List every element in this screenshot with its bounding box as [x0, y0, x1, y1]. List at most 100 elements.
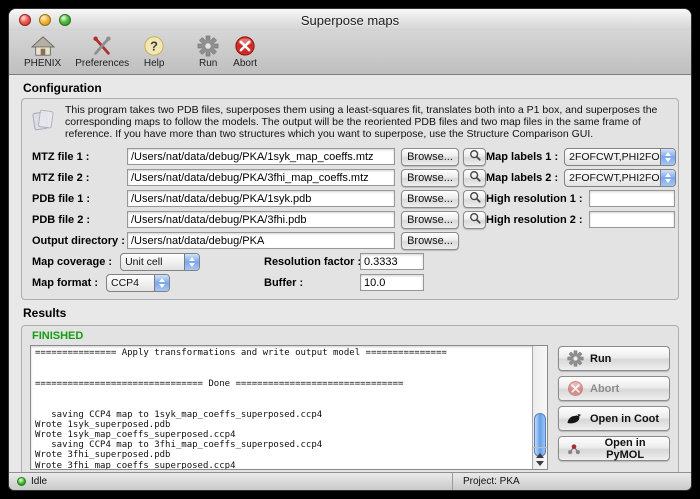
mtz-file-2-row: MTZ file 2 : Browse... Map labels 2 : 2F… — [30, 167, 670, 188]
pdb-file-1-browse-button[interactable]: Browse... — [401, 190, 459, 208]
magnifier-icon — [469, 149, 481, 164]
map-coverage-label: Map coverage : — [32, 256, 112, 268]
combo-value: 2FOFCWT,PHI2FOF... — [565, 149, 660, 165]
toolbar-label: PHENIX — [24, 58, 61, 69]
output-directory-input[interactable] — [127, 232, 395, 249]
toolbar-label: Preferences — [75, 58, 129, 69]
mtz-file-1-label: MTZ file 1 : — [32, 151, 127, 163]
output-directory-browse-button[interactable]: Browse... — [401, 232, 459, 250]
pdb-file-2-label: PDB file 2 : — [32, 214, 127, 226]
results-panel: FINISHED =============== Apply transform… — [21, 325, 679, 472]
pdb-file-2-browse-button[interactable]: Browse... — [401, 211, 459, 229]
scrollbar-arrows — [533, 447, 547, 469]
description-text: This program takes two PDB files, superp… — [65, 105, 666, 140]
home-icon — [31, 34, 55, 58]
map-format-select[interactable]: CCP4 — [106, 274, 170, 292]
mtz-file-2-input[interactable] — [127, 169, 395, 186]
combo-stepper-icon — [660, 170, 675, 186]
scroll-up-button[interactable] — [536, 453, 544, 458]
mtz-file-1-row: MTZ file 1 : Browse... Map labels 1 : 2F… — [30, 146, 670, 167]
titlebar[interactable]: Superpose maps — [9, 9, 691, 31]
mtz-file-1-inspect-button[interactable] — [463, 148, 486, 166]
resolution-factor-input[interactable] — [360, 253, 424, 270]
high-resolution-1-input[interactable] — [589, 190, 675, 207]
scroll-down-button[interactable] — [536, 461, 544, 466]
button-label: Open in PyMOL — [588, 437, 662, 461]
results-buttons: Run Abort — [558, 345, 670, 470]
button-label: Run — [590, 353, 611, 365]
status-text: Idle — [31, 476, 47, 487]
gear-icon — [566, 350, 584, 367]
app-window: Superpose maps PHENIX — [8, 8, 692, 491]
pymol-molecule-icon — [566, 442, 582, 456]
combo-value: 2FOFCWT,PHI2FOF... — [565, 170, 660, 186]
open-in-coot-button[interactable]: Open in Coot — [558, 406, 670, 431]
program-description: This program takes two PDB files, superp… — [30, 104, 670, 146]
mtz-file-2-label: MTZ file 2 : — [32, 172, 127, 184]
results-body: =============== Apply transformations an… — [30, 345, 670, 470]
output-directory-row: Output directory : Browse... — [30, 230, 670, 251]
window-title: Superpose maps — [9, 13, 691, 28]
open-in-pymol-button[interactable]: Open in PyMOL — [558, 436, 670, 461]
console-area: =============== Apply transformations an… — [30, 345, 548, 470]
console-output: =============== Apply transformations an… — [31, 346, 532, 469]
magnifier-icon — [469, 170, 481, 185]
toolbar-preferences-button[interactable]: Preferences — [68, 33, 136, 70]
tools-icon — [91, 34, 113, 58]
window-content: Configuration This program takes two PDB… — [9, 75, 691, 472]
high-resolution-2-input[interactable] — [589, 211, 675, 228]
map-format-group: Map format : CCP4 — [32, 274, 236, 292]
status-indicator-icon — [17, 477, 26, 486]
toolbar-help-button[interactable]: ? Help — [136, 33, 172, 70]
high-resolution-1-label: High resolution 1 : — [486, 193, 583, 205]
svg-text:?: ? — [150, 39, 158, 54]
console-scrollbar[interactable] — [532, 346, 547, 469]
combo-stepper-icon — [660, 149, 675, 165]
button-label: Open in Coot — [590, 413, 659, 425]
map-labels-2-combo[interactable]: 2FOFCWT,PHI2FOF... — [564, 169, 676, 187]
mtz-file-2-browse-button[interactable]: Browse... — [401, 169, 459, 187]
abort-icon — [566, 380, 584, 397]
mtz-file-2-inspect-button[interactable] — [463, 169, 486, 187]
mtz-file-1-input[interactable] — [127, 148, 395, 165]
pdb-file-1-label: PDB file 1 : — [32, 193, 127, 205]
pdb-file-2-row: PDB file 2 : Browse... High resolution 2… — [30, 209, 670, 230]
pdb-file-2-inspect-button[interactable] — [463, 211, 486, 229]
map-labels-1-label: Map labels 1 : — [486, 151, 558, 163]
toolbar-abort-button[interactable]: Abort — [226, 33, 264, 70]
pdb-file-2-input[interactable] — [127, 211, 395, 228]
pdb-file-1-input[interactable] — [127, 190, 395, 207]
combo-value: CCP4 — [107, 275, 154, 291]
magnifier-icon — [469, 212, 481, 227]
toolbar-label: Run — [199, 58, 217, 69]
map-format-label: Map format : — [32, 277, 98, 289]
buffer-label: Buffer : — [264, 277, 360, 289]
toolbar-run-button[interactable]: Run — [190, 33, 226, 70]
map-format-row: Map format : CCP4 Buffer : — [30, 272, 670, 293]
button-label: Abort — [590, 383, 619, 395]
configuration-panel: This program takes two PDB files, superp… — [21, 98, 679, 300]
map-labels-2-label: Map labels 2 : — [486, 172, 558, 184]
combo-stepper-icon — [184, 254, 199, 270]
run-button[interactable]: Run — [558, 346, 670, 371]
status-left: Idle — [9, 476, 452, 487]
combo-value: Unit cell — [121, 254, 184, 270]
map-coverage-row: Map coverage : Unit cell Resolution fact… — [30, 251, 670, 272]
abort-button[interactable]: Abort — [558, 376, 670, 401]
status-right: Project: PKA — [453, 476, 691, 487]
high-resolution-2-label: High resolution 2 : — [486, 214, 583, 226]
project-label: Project: PKA — [463, 476, 520, 487]
toolbar-label: Help — [144, 58, 165, 69]
map-labels-1-combo[interactable]: 2FOFCWT,PHI2FOF... — [564, 148, 676, 166]
map-coverage-group: Map coverage : Unit cell — [32, 253, 236, 271]
pdb-file-1-inspect-button[interactable] — [463, 190, 486, 208]
buffer-input[interactable] — [360, 274, 424, 291]
status-badge: FINISHED — [32, 330, 670, 342]
mtz-file-1-browse-button[interactable]: Browse... — [401, 148, 459, 166]
abort-icon — [234, 34, 256, 58]
toolbar: PHENIX Preferences ? — [9, 31, 691, 75]
toolbar-phenix-button[interactable]: PHENIX — [17, 33, 68, 70]
gear-icon — [197, 34, 219, 58]
pdb-file-1-row: PDB file 1 : Browse... High resolution 1… — [30, 188, 670, 209]
map-coverage-select[interactable]: Unit cell — [120, 253, 200, 271]
